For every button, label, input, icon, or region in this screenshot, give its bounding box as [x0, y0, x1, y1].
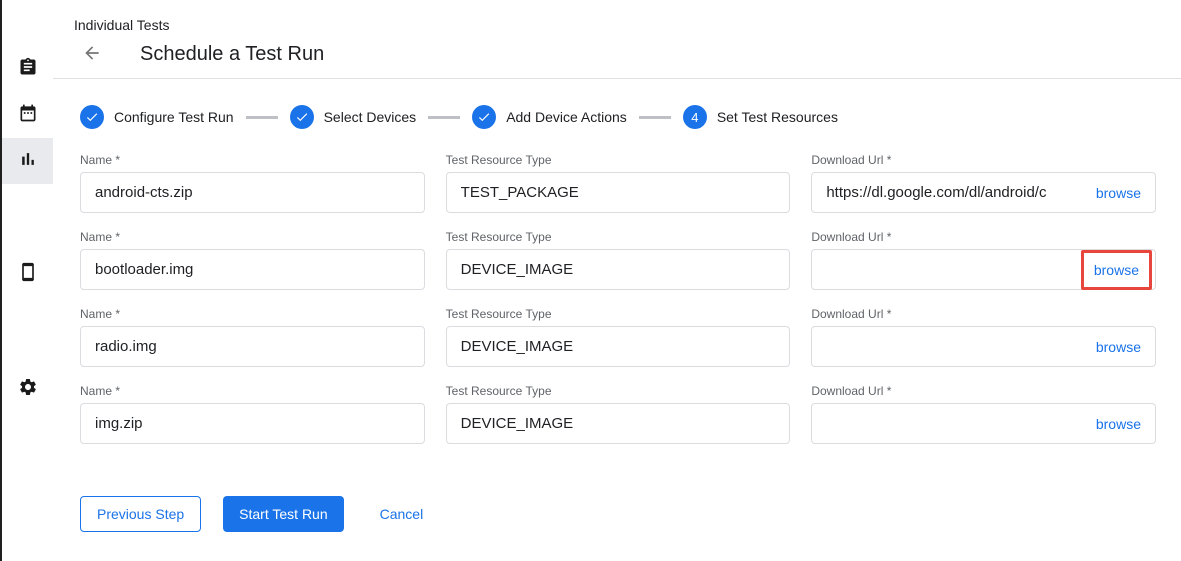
- resource-type-input-1[interactable]: TEST_PACKAGE: [446, 172, 791, 213]
- download-url-field-3: Download Url * browse: [811, 307, 1156, 367]
- name-input-3[interactable]: radio.img: [80, 326, 425, 367]
- field-label: Name *: [80, 384, 425, 398]
- stepper-step-configure-test-run[interactable]: Configure Test Run: [80, 105, 234, 129]
- calendar-icon: [18, 103, 38, 128]
- app-window: Individual Tests Schedule a Test Run Con…: [0, 0, 1181, 561]
- resource-type-input-3[interactable]: DEVICE_IMAGE: [446, 326, 791, 367]
- browse-button-4[interactable]: browse: [1096, 416, 1141, 432]
- download-url-value[interactable]: https://dl.google.com/dl/android/c: [826, 184, 1090, 201]
- smartphone-icon: [18, 262, 38, 287]
- field-label: Test Resource Type: [446, 230, 791, 244]
- form-actions: Previous Step Start Test Run Cancel: [80, 496, 1156, 532]
- field-label: Name *: [80, 153, 425, 167]
- resource-type-input-2[interactable]: DEVICE_IMAGE: [446, 249, 791, 290]
- name-input-4[interactable]: img.zip: [80, 403, 425, 444]
- stepper-step-set-test-resources[interactable]: 4 Set Test Resources: [683, 105, 838, 129]
- step-number-badge: 4: [683, 105, 707, 129]
- field-label: Download Url *: [811, 230, 1156, 244]
- download-url-input-4[interactable]: browse: [811, 403, 1156, 444]
- step-label: Set Test Resources: [717, 109, 838, 125]
- sidebar-spacer: [2, 297, 53, 366]
- name-input-2[interactable]: bootloader.img: [80, 249, 425, 290]
- name-field-3: Name * radio.img: [80, 307, 425, 367]
- name-field-2: Name * bootloader.img: [80, 230, 425, 290]
- download-url-input-1[interactable]: https://dl.google.com/dl/android/c brows…: [811, 172, 1156, 213]
- cancel-button[interactable]: Cancel: [380, 496, 424, 532]
- download-url-input-2[interactable]: browse: [811, 249, 1156, 290]
- arrow-back-icon: [82, 43, 102, 66]
- stepper-step-add-device-actions[interactable]: Add Device Actions: [472, 105, 627, 129]
- tasks-clipboard-icon: [18, 57, 38, 82]
- field-label: Download Url *: [811, 153, 1156, 167]
- back-button[interactable]: [80, 42, 104, 66]
- resource-type-input-4[interactable]: DEVICE_IMAGE: [446, 403, 791, 444]
- field-label: Download Url *: [811, 384, 1156, 398]
- field-label: Test Resource Type: [446, 153, 791, 167]
- name-field-4: Name * img.zip: [80, 384, 425, 444]
- settings-gear-icon: [18, 377, 38, 402]
- field-label: Test Resource Type: [446, 307, 791, 321]
- name-input-1[interactable]: android-cts.zip: [80, 172, 425, 213]
- main-content: Individual Tests Schedule a Test Run Con…: [53, 0, 1181, 561]
- resource-type-field-1: Test Resource Type TEST_PACKAGE: [446, 153, 791, 213]
- page-header: Individual Tests Schedule a Test Run: [53, 0, 1181, 78]
- step-label: Add Device Actions: [506, 109, 627, 125]
- bar-chart-icon: [18, 149, 38, 174]
- stepper: Configure Test Run Select Devices Add De…: [80, 105, 1156, 129]
- stepper-step-select-devices[interactable]: Select Devices: [290, 105, 417, 129]
- sidebar-item-tests[interactable]: [2, 46, 53, 92]
- download-url-input-3[interactable]: browse: [811, 326, 1156, 367]
- section-label: Individual Tests: [74, 17, 1157, 33]
- field-label: Name *: [80, 307, 425, 321]
- sidebar-spacer: [2, 184, 53, 251]
- step-check-icon: [472, 105, 496, 129]
- page-title: Schedule a Test Run: [140, 43, 324, 66]
- field-label: Download Url *: [811, 307, 1156, 321]
- step-label: Configure Test Run: [114, 109, 234, 125]
- step-check-icon: [80, 105, 104, 129]
- field-label: Test Resource Type: [446, 384, 791, 398]
- step-check-icon: [290, 105, 314, 129]
- download-url-field-4: Download Url * browse: [811, 384, 1156, 444]
- browse-button-3[interactable]: browse: [1096, 339, 1141, 355]
- field-label: Name *: [80, 230, 425, 244]
- resource-type-field-4: Test Resource Type DEVICE_IMAGE: [446, 384, 791, 444]
- sidebar-item-test-runs[interactable]: [2, 138, 53, 184]
- stepper-connector: [639, 116, 671, 119]
- step-label: Select Devices: [324, 109, 417, 125]
- sidebar-item-settings[interactable]: [2, 366, 53, 412]
- resource-type-field-2: Test Resource Type DEVICE_IMAGE: [446, 230, 791, 290]
- stepper-connector: [246, 116, 278, 119]
- sidebar: [2, 0, 53, 561]
- stepper-connector: [428, 116, 460, 119]
- sidebar-item-devices[interactable]: [2, 251, 53, 297]
- browse-button-1[interactable]: browse: [1096, 185, 1141, 201]
- start-test-run-button[interactable]: Start Test Run: [223, 496, 343, 532]
- browse-button-2-highlighted[interactable]: browse: [1081, 250, 1152, 290]
- resource-type-field-3: Test Resource Type DEVICE_IMAGE: [446, 307, 791, 367]
- name-field-1: Name * android-cts.zip: [80, 153, 425, 213]
- sidebar-item-test-plans[interactable]: [2, 92, 53, 138]
- download-url-field-2: Download Url * browse: [811, 230, 1156, 290]
- test-resources-form: Name * android-cts.zip Test Resource Typ…: [80, 153, 1156, 444]
- download-url-field-1: Download Url * https://dl.google.com/dl/…: [811, 153, 1156, 213]
- previous-step-button[interactable]: Previous Step: [80, 496, 201, 532]
